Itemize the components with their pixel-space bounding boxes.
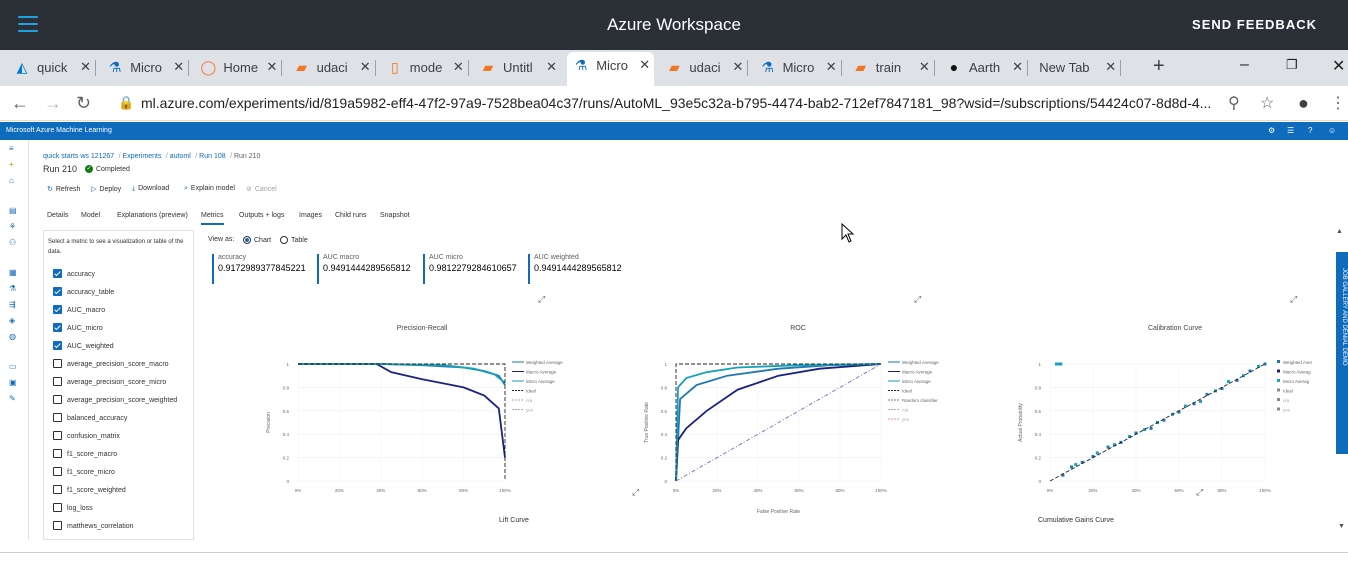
legend-marker bbox=[1277, 369, 1280, 373]
x-tick-label: 80% bbox=[459, 488, 468, 493]
y-tick-label: 0.6 bbox=[283, 409, 290, 414]
scatter-point bbox=[1199, 399, 1202, 403]
x-tick-label: 60% bbox=[418, 488, 427, 493]
x-tick-label: 20% bbox=[335, 488, 344, 493]
y-tick-label: 1 bbox=[664, 362, 667, 367]
y-tick-label: 0 bbox=[286, 479, 289, 484]
y-axis-label: Precision bbox=[266, 412, 272, 433]
x-tick-label: 80% bbox=[1217, 488, 1226, 493]
x-tick-label: 0% bbox=[1047, 488, 1054, 493]
legend-label: yes bbox=[902, 417, 910, 422]
x-tick-label: 40% bbox=[753, 488, 762, 493]
chart-title: Precision-Recall bbox=[397, 325, 448, 332]
scatter-point bbox=[1205, 392, 1209, 396]
chart-title: ROC bbox=[790, 325, 806, 332]
legend-label: Ideal bbox=[902, 389, 912, 394]
scatter-point bbox=[1059, 362, 1063, 366]
scroll-down-icon[interactable]: ▼ bbox=[1338, 523, 1345, 530]
y-tick-label: 1 bbox=[286, 362, 289, 367]
legend-label: Macro Average bbox=[902, 370, 933, 375]
x-tick-label: 0% bbox=[673, 488, 680, 493]
x-tick-label: 40% bbox=[376, 488, 385, 493]
legend-label: yes bbox=[1283, 408, 1291, 413]
legend-label: Ideal bbox=[526, 389, 536, 394]
legend-label: Macro Averag bbox=[1283, 370, 1311, 375]
x-tick-label: 60% bbox=[1174, 488, 1183, 493]
legend-label: n/a bbox=[526, 398, 533, 403]
legend-label: Micro Average bbox=[902, 379, 931, 384]
scatter-point bbox=[1226, 380, 1230, 384]
bottom-divider bbox=[0, 552, 1348, 553]
legend-label: Weighted Average bbox=[526, 360, 563, 365]
chart-title: Calibration Curve bbox=[1148, 325, 1202, 332]
legend-label: Micro Averag bbox=[1283, 379, 1310, 384]
series-line bbox=[298, 363, 506, 481]
y-tick-label: 0 bbox=[664, 479, 667, 484]
x-tick-label: 0% bbox=[295, 488, 302, 493]
x-tick-label: 20% bbox=[712, 488, 721, 493]
legend-marker bbox=[1277, 407, 1280, 411]
legend-label: n/a bbox=[902, 408, 909, 413]
scatter-point bbox=[1095, 451, 1099, 455]
y-tick-label: 0 bbox=[1038, 479, 1041, 484]
legend-marker bbox=[1277, 379, 1280, 382]
mouse-cursor-icon bbox=[841, 223, 855, 243]
y-axis-label: True Positive Rate bbox=[644, 402, 650, 443]
y-tick-label: 1 bbox=[1038, 362, 1041, 367]
y-tick-label: 0.8 bbox=[661, 385, 668, 390]
legend-label: Weighted Average bbox=[902, 360, 939, 365]
series-line bbox=[1049, 363, 1266, 482]
legend-label: Macro Average bbox=[526, 370, 557, 375]
legend-label: n/a bbox=[1283, 398, 1290, 403]
cumulative-gains-title: Cumulative Gains Curve bbox=[1038, 517, 1114, 524]
x-tick-label: 100% bbox=[1259, 488, 1271, 493]
scroll-up-icon[interactable]: ▲ bbox=[1336, 228, 1343, 235]
y-tick-label: 0.2 bbox=[661, 456, 668, 461]
side-banner-text: JOB GALLERY AND DENIAL DEMO bbox=[1341, 268, 1347, 366]
x-tick-label: 20% bbox=[1088, 488, 1097, 493]
x-tick-label: 40% bbox=[1131, 488, 1140, 493]
x-tick-label: 80% bbox=[835, 488, 844, 493]
legend-label: yes bbox=[526, 408, 534, 413]
scatter-point bbox=[1183, 404, 1187, 408]
legend-label: Ideal bbox=[1283, 389, 1293, 394]
legend-label: Micro Average bbox=[526, 379, 555, 384]
y-tick-label: 0.4 bbox=[283, 432, 290, 437]
y-tick-label: 0.6 bbox=[1035, 409, 1042, 414]
scatter-point bbox=[1106, 445, 1110, 449]
scatter-point bbox=[1149, 426, 1153, 430]
y-tick-label: 0.2 bbox=[283, 456, 290, 461]
scatter-point bbox=[1070, 465, 1073, 469]
legend-marker bbox=[1277, 388, 1280, 392]
y-tick-label: 0.4 bbox=[661, 432, 668, 437]
x-tick-label: 60% bbox=[794, 488, 803, 493]
x-tick-label: 100% bbox=[875, 488, 887, 493]
legend-label: Random classifier bbox=[902, 398, 938, 403]
x-axis-label: False Positive Rate bbox=[757, 509, 800, 515]
y-tick-label: 0.2 bbox=[1035, 456, 1042, 461]
y-tick-label: 0.4 bbox=[1035, 432, 1042, 437]
legend-marker bbox=[1277, 360, 1280, 363]
y-tick-label: 0.6 bbox=[661, 409, 668, 414]
legend-marker bbox=[1277, 398, 1280, 401]
legend-label: Weighted Aver bbox=[1283, 360, 1313, 365]
y-axis-label: Actual Probability bbox=[1018, 403, 1024, 442]
y-tick-label: 0.8 bbox=[283, 385, 290, 390]
metrics-charts: Precision-Recall 0 0.2 0.4 0.6 0.8 1 0% 20% 40% 60… bbox=[266, 325, 1313, 515]
lift-curve-title: Lift Curve bbox=[499, 517, 529, 524]
x-tick-label: 100% bbox=[499, 488, 511, 493]
scatter-point bbox=[1074, 463, 1078, 467]
y-tick-label: 0.8 bbox=[1035, 385, 1042, 390]
series-line bbox=[298, 363, 506, 384]
side-feedback-banner[interactable]: JOB GALLERY AND DENIAL DEMO bbox=[1336, 252, 1348, 454]
